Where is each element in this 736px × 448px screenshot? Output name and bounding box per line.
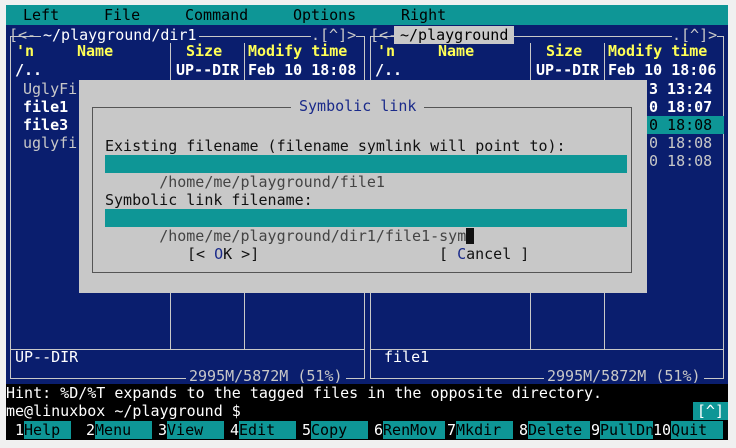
right-file-time: 0 18:07 [649, 98, 713, 116]
right-col-name[interactable]: Name [438, 42, 474, 60]
left-col-mtime[interactable]: Modify time [248, 42, 347, 60]
symlink-filename-label: Symbolic link filename: [105, 191, 313, 209]
dialog-title: Symbolic link [291, 97, 425, 115]
existing-filename-input[interactable]: /home/me/playground/file1 [105, 155, 627, 191]
right-parent-mtime: Feb 10 18:06 [608, 61, 717, 79]
right-file-time: 0 18:08 [649, 152, 713, 170]
right-parent-name[interactable]: /.. [375, 61, 402, 79]
terminal-screen: Left File Command Options Right [<- ~/pl… [6, 5, 728, 440]
f3-view-button[interactable]: 3View [158, 421, 225, 439]
command-line[interactable]: me@linuxbox ~/playground $ [^] [6, 402, 728, 420]
f1-help-button[interactable]: 1Help [15, 421, 72, 439]
symlink-filename-value: /home/me/playground/dir1/file1-sym [159, 227, 467, 245]
existing-filename-value: /home/me/playground/file1 [159, 173, 385, 191]
left-col-size[interactable]: Size [186, 42, 222, 60]
left-parent-size: UP--DIR [176, 61, 240, 79]
list-item[interactable]: file3 [23, 116, 68, 134]
menu-bar: Left File Command Options Right [6, 5, 728, 25]
right-col-size[interactable]: Size [546, 42, 582, 60]
right-panel-disk: 2995M/5872M (51%) [544, 367, 704, 385]
symlink-filename-input[interactable]: /home/me/playground/dir1/file1-sym [105, 209, 627, 245]
hint-bar: Hint: %D/%T expands to the tagged files … [6, 384, 728, 402]
left-parent-mtime: Feb 10 18:08 [248, 61, 357, 79]
symlink-dialog: Symbolic link Existing filename (filenam… [79, 80, 647, 293]
left-panel-status: UP--DIR [15, 348, 79, 366]
menu-right[interactable]: Right [401, 6, 446, 24]
f6-renmov-button[interactable]: 6RenMov [374, 421, 446, 439]
shell-prompt: me@linuxbox ~/playground $ [6, 402, 241, 420]
left-col-name[interactable]: Name [77, 42, 113, 60]
cancel-button[interactable]: [ Cancel ] [439, 245, 529, 263]
right-col-mtime[interactable]: Modify time [608, 42, 707, 60]
f8-delete-button[interactable]: 8Delete [519, 421, 591, 439]
left-col-n[interactable]: 'n [16, 42, 34, 60]
right-col-n[interactable]: 'n [377, 42, 395, 60]
f7-mkdir-button[interactable]: 7Mkdir [447, 421, 514, 439]
text-cursor [466, 228, 475, 244]
list-item[interactable]: file1 [23, 98, 68, 116]
right-panel-status: file1 [384, 348, 430, 366]
hint-text: Hint: %D/%T expands to the tagged files … [6, 384, 603, 402]
left-panel-disk: 2995M/5872M (51%) [186, 367, 346, 385]
f2-menu-button[interactable]: 2Menu [86, 421, 153, 439]
menu-command[interactable]: Command [185, 6, 248, 24]
f10-quit-button[interactable]: 10Quit [653, 421, 724, 439]
left-panel-path[interactable]: ~/playground/dir1 [41, 26, 199, 44]
function-key-bar: 1Help 2Menu 3View 4Edit 5Copy 6RenMov 7M… [6, 420, 728, 440]
right-parent-size: UP--DIR [536, 61, 600, 79]
f4-edit-button[interactable]: 4Edit [230, 421, 297, 439]
right-file-time: 0 18:08 [649, 116, 713, 134]
menu-left[interactable]: Left [23, 6, 59, 24]
menu-file[interactable]: File [104, 6, 140, 24]
ok-button[interactable]: [< OK >] [187, 245, 259, 263]
f9-pulldn-button[interactable]: 9PullDn [591, 421, 656, 439]
list-item[interactable]: UglyFi [23, 80, 77, 98]
f5-copy-button[interactable]: 5Copy [302, 421, 369, 439]
right-file-time: 3 13:24 [649, 80, 713, 98]
command-history-button[interactable]: [^] [692, 402, 728, 420]
left-parent-name[interactable]: /.. [15, 61, 42, 79]
existing-filename-label: Existing filename (filename symlink will… [105, 137, 566, 155]
list-item[interactable]: uglyfi [23, 134, 77, 152]
menu-options[interactable]: Options [293, 6, 356, 24]
right-file-time: 0 18:08 [649, 134, 713, 152]
